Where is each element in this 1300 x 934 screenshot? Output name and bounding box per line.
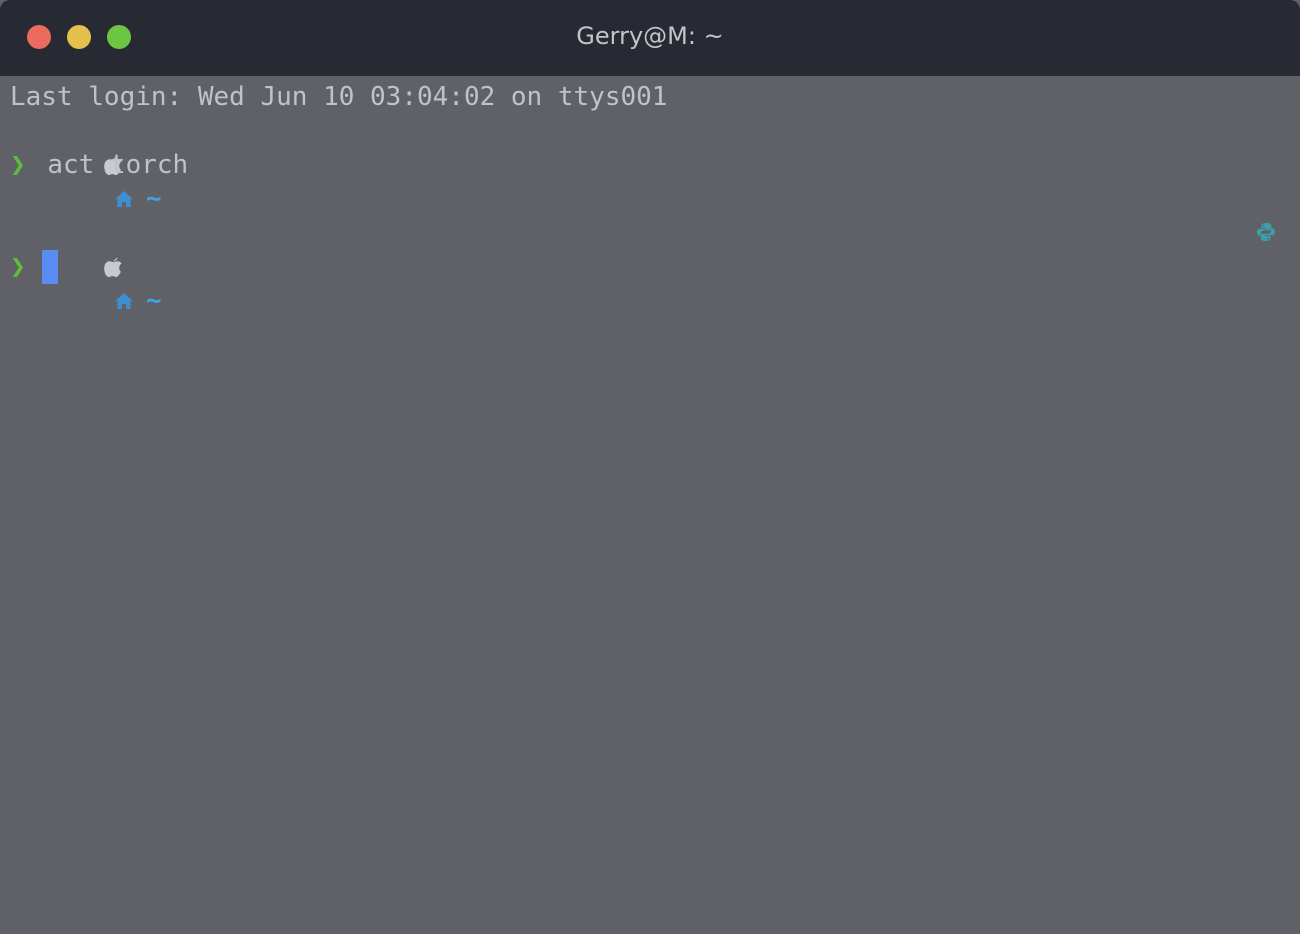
prompt-path: ~ xyxy=(145,184,162,214)
last-login-line: Last login: Wed Jun 10 03:04:02 on ttys0… xyxy=(10,82,668,112)
active-prompt-line[interactable]: ❯ xyxy=(10,250,26,284)
prompt-symbol: ❯ xyxy=(10,150,26,180)
prompt-symbol: ❯ xyxy=(10,252,26,282)
command-line: ❯ act torch xyxy=(10,148,188,182)
prompt-line-2: ~ xyxy=(10,216,162,316)
window-title: Gerry@M: ~ xyxy=(576,22,724,50)
title-bar[interactable]: Gerry@M: ~ xyxy=(0,0,1300,76)
prompt-line: ~ xyxy=(10,114,162,214)
apple-icon xyxy=(104,257,122,277)
home-icon xyxy=(114,293,133,309)
terminal-window: Gerry@M: ~ Last login: Wed Jun 10 03:04:… xyxy=(0,0,1300,934)
prompt-path: ~ xyxy=(145,286,162,316)
command-text: act torch xyxy=(47,150,189,180)
text-cursor xyxy=(42,250,58,284)
home-icon xyxy=(114,191,133,207)
terminal-content[interactable]: Last login: Wed Jun 10 03:04:02 on ttys0… xyxy=(0,76,1300,934)
python-icon xyxy=(1257,223,1275,241)
